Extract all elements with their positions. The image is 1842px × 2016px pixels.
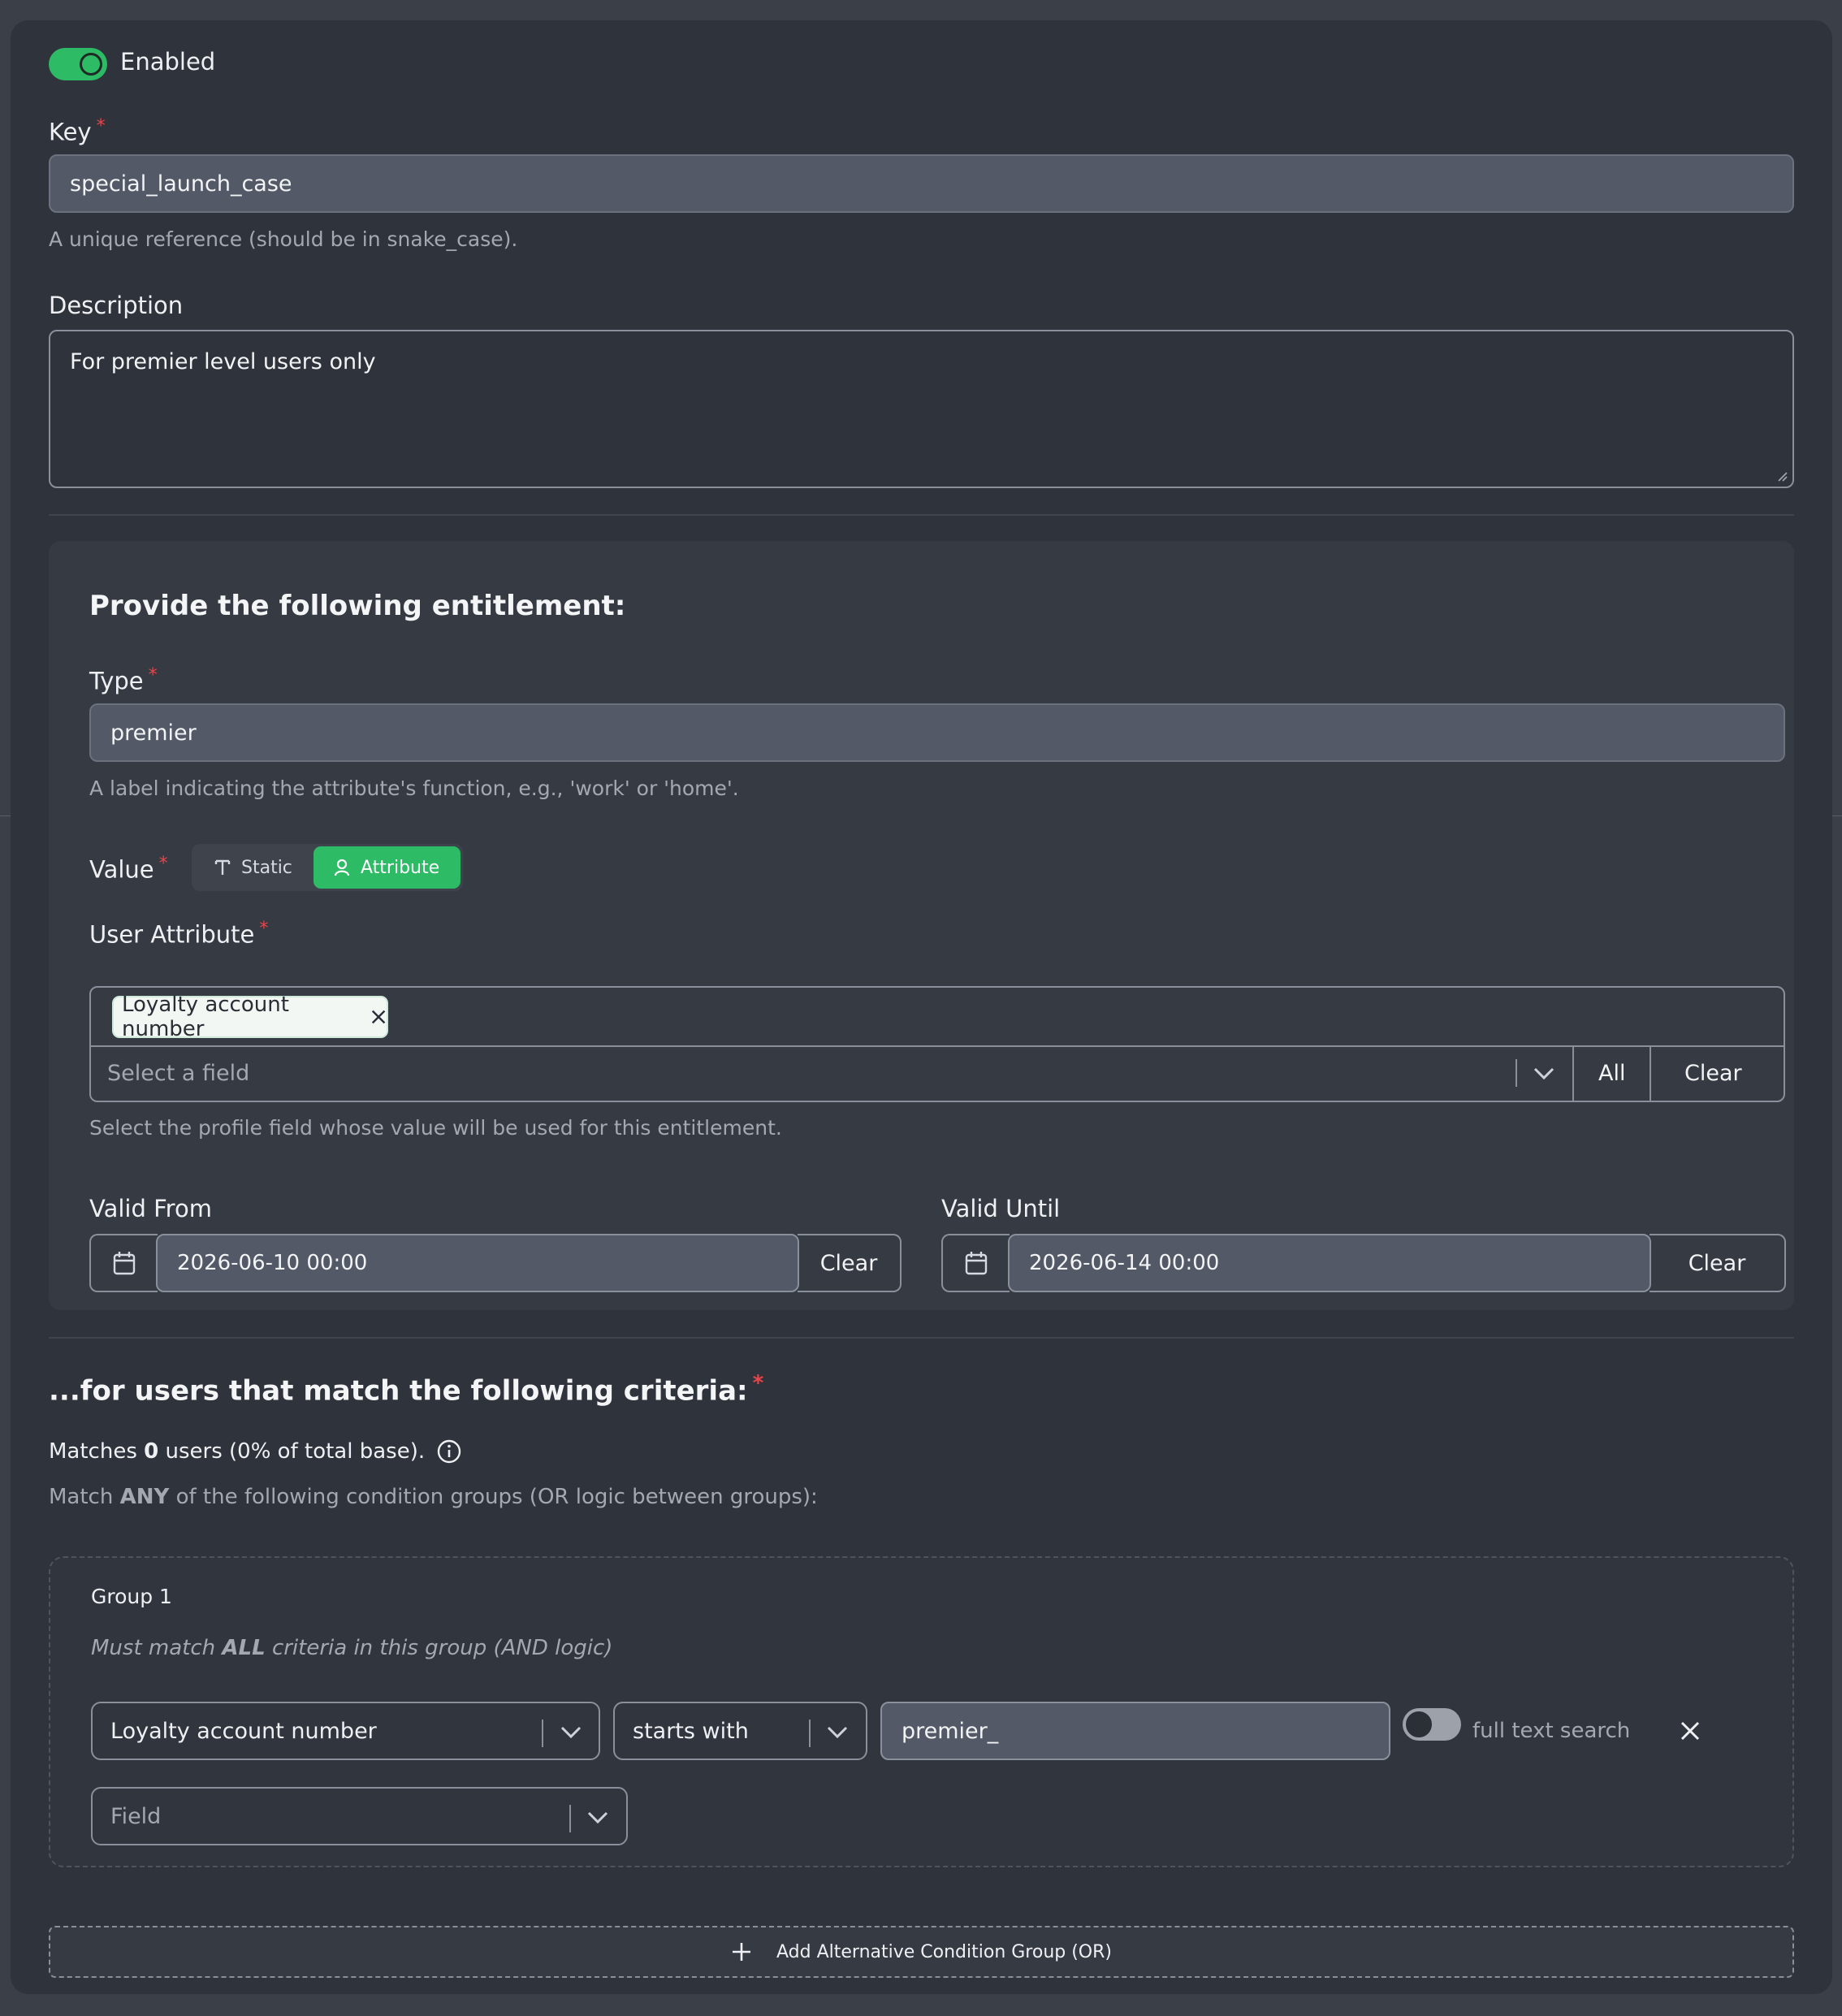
full-text-search-toggle[interactable] <box>1403 1708 1461 1741</box>
condition-group: Group 1 Must match ALL criteria in this … <box>49 1556 1794 1867</box>
condition-operator-select[interactable]: starts with <box>613 1702 867 1760</box>
value-label-text: Value <box>89 855 154 884</box>
select-separator <box>1516 1059 1517 1087</box>
required-mark: * <box>96 116 106 136</box>
text-icon <box>214 859 231 875</box>
match-logic-text: Match ANY of the following condition gro… <box>49 1485 818 1509</box>
attribute-option-label: Attribute <box>361 857 440 878</box>
full-text-search-label: full text search <box>1472 1719 1631 1743</box>
required-mark: * <box>259 919 269 939</box>
selected-attribute-chip: Loyalty account number <box>112 993 388 1041</box>
plus-icon <box>733 1943 750 1961</box>
chevron-down-icon <box>827 1726 848 1739</box>
select-separator <box>542 1720 543 1747</box>
matches-suffix: users (0% of total base). <box>158 1439 426 1464</box>
attribute-option-button[interactable]: Attribute <box>313 846 460 889</box>
key-label: Key * <box>49 116 106 146</box>
criteria-heading: ...for users that match the following cr… <box>49 1371 763 1407</box>
group-logic-suffix: criteria in this group (AND logic) <box>265 1636 613 1660</box>
required-mark: * <box>148 665 158 686</box>
criteria-heading-text: ...for users that match the following cr… <box>49 1374 748 1408</box>
user-attribute-multiselect: Loyalty account number Select a field Al… <box>89 986 1785 1102</box>
user-attribute-label-text: User Attribute <box>89 920 255 949</box>
matches-count: 0 <box>144 1439 159 1464</box>
condition-value-input[interactable]: premier_ <box>880 1702 1390 1760</box>
match-suffix: of the following condition groups (OR lo… <box>169 1485 818 1509</box>
matches-prefix: Matches <box>49 1439 145 1464</box>
group-title: Group 1 <box>91 1585 172 1608</box>
required-mark: * <box>752 1371 764 1395</box>
clear-button-divider <box>1650 1045 1651 1102</box>
enabled-toggle[interactable] <box>49 48 107 80</box>
toggle-knob <box>1406 1711 1432 1737</box>
all-button[interactable]: All <box>1598 1061 1625 1086</box>
toggle-knob <box>80 53 102 76</box>
enabled-label: Enabled <box>120 48 216 76</box>
type-input[interactable]: premier <box>89 703 1785 762</box>
valid-from-input[interactable]: 2026-06-10 00:00 <box>156 1234 799 1292</box>
value-mode-switch: Static Attribute <box>192 844 463 891</box>
valid-from-label: Valid From <box>89 1195 212 1222</box>
chip-label: Loyalty account number <box>122 993 289 1041</box>
multiselect-separator <box>91 1045 1784 1047</box>
user-icon <box>334 859 350 876</box>
section-divider <box>49 1337 1794 1339</box>
key-hint: A unique reference (should be in snake_c… <box>49 227 518 251</box>
match-keyword: ANY <box>119 1485 170 1509</box>
static-option-label: Static <box>241 857 292 878</box>
field-select-input[interactable]: Select a field <box>107 1061 249 1086</box>
user-attribute-hint: Select the profile field whose value wil… <box>89 1116 782 1140</box>
new-condition-field-select[interactable]: Field <box>91 1787 628 1845</box>
valid-until-calendar-button[interactable] <box>941 1234 1010 1292</box>
key-input[interactable]: special_launch_case <box>49 154 1794 213</box>
resize-grip-icon[interactable] <box>1775 469 1788 482</box>
key-label-text: Key <box>49 118 92 146</box>
match-prefix: Match <box>49 1485 120 1509</box>
chevron-down-icon[interactable] <box>1532 1062 1556 1084</box>
type-hint: A label indicating the attribute's funct… <box>89 777 739 800</box>
close-icon[interactable] <box>370 1008 387 1026</box>
new-condition-field-placeholder: Field <box>110 1803 162 1829</box>
condition-field-value: Loyalty account number <box>110 1718 377 1744</box>
group-logic-prefix: Must match <box>91 1636 223 1660</box>
required-mark: * <box>158 854 168 874</box>
type-label-text: Type <box>89 667 144 695</box>
valid-until-clear-button[interactable]: Clear <box>1650 1234 1786 1292</box>
rule-editor-panel: Enabled Key * special_launch_case A uniqu… <box>11 20 1832 1994</box>
type-label: Type * <box>89 665 158 695</box>
valid-until-input[interactable]: 2026-06-14 00:00 <box>1008 1234 1651 1292</box>
chevron-down-icon <box>560 1726 582 1739</box>
section-divider <box>49 514 1794 516</box>
valid-until-label: Valid Until <box>941 1195 1061 1222</box>
add-condition-group-label: Add Alternative Condition Group (OR) <box>776 1941 1112 1962</box>
user-attribute-label: User Attribute * <box>89 919 268 949</box>
description-text: For premier level users only <box>70 349 376 374</box>
group-logic-text: Must match ALL criteria in this group (A… <box>91 1636 612 1660</box>
chevron-down-icon <box>587 1811 608 1824</box>
valid-from-calendar-button[interactable] <box>89 1234 158 1292</box>
entitlement-heading: Provide the following entitlement: <box>89 590 626 622</box>
info-icon[interactable] <box>436 1438 462 1464</box>
static-option-button[interactable]: Static <box>194 846 312 889</box>
all-button-divider <box>1572 1045 1574 1102</box>
value-label: Value * <box>89 854 168 884</box>
condition-operator-value: starts with <box>633 1718 749 1744</box>
select-separator <box>569 1805 571 1832</box>
group-logic-keyword: ALL <box>222 1636 266 1660</box>
calendar-icon <box>113 1252 136 1275</box>
description-textarea[interactable]: For premier level users only <box>49 330 1794 488</box>
add-condition-group-button[interactable]: Add Alternative Condition Group (OR) <box>49 1926 1794 1978</box>
matches-summary: Matches 0 users (0% of total base). <box>49 1438 462 1464</box>
entitlement-card: Provide the following entitlement: Type *… <box>49 541 1794 1310</box>
select-separator <box>809 1720 811 1747</box>
condition-field-select[interactable]: Loyalty account number <box>91 1702 600 1760</box>
left-divider-line <box>0 815 11 816</box>
description-label: Description <box>49 292 184 319</box>
valid-from-clear-button[interactable]: Clear <box>798 1234 902 1292</box>
close-icon[interactable] <box>1680 1720 1701 1741</box>
clear-attribute-button[interactable]: Clear <box>1684 1061 1742 1086</box>
calendar-icon <box>965 1252 988 1275</box>
